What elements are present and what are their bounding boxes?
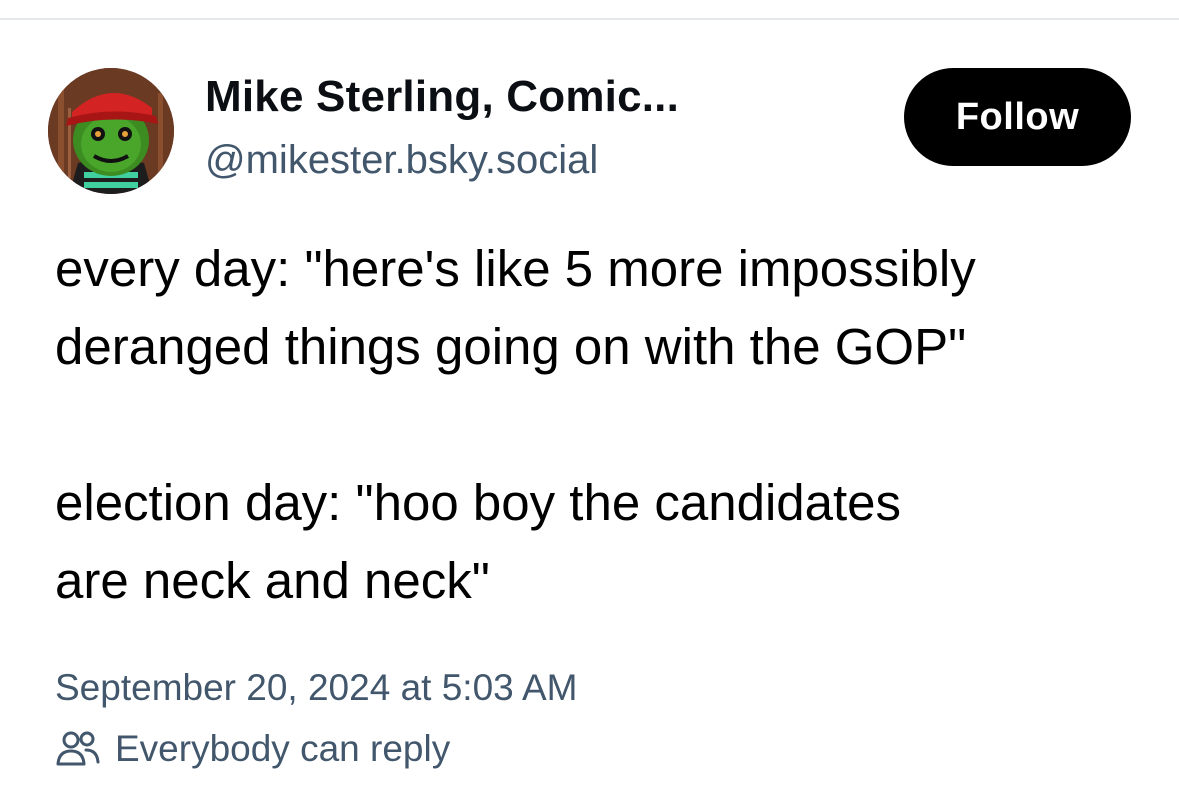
reply-setting-label: Everybody can reply: [115, 728, 451, 769]
post-line: deranged things going on with the GOP": [55, 318, 967, 375]
avatar[interactable]: [48, 68, 174, 194]
author-display-name[interactable]: Mike Sterling, Comic...: [205, 72, 679, 122]
post-text: every day: "here's like 5 more impossibl…: [55, 230, 1155, 620]
follow-button[interactable]: Follow: [904, 68, 1131, 166]
post-line: are neck and neck": [55, 552, 490, 609]
post-line: every day: "here's like 5 more impossibl…: [55, 240, 976, 297]
post-line: election day: "hoo boy the candidates: [55, 474, 902, 531]
avatar-image: [48, 68, 174, 194]
people-icon: [55, 728, 101, 770]
top-divider: [0, 18, 1179, 20]
author-handle[interactable]: @mikester.bsky.social: [205, 138, 598, 183]
post-timestamp[interactable]: September 20, 2024 at 5:03 AM: [55, 667, 577, 709]
reply-setting: Everybody can reply: [55, 728, 450, 770]
